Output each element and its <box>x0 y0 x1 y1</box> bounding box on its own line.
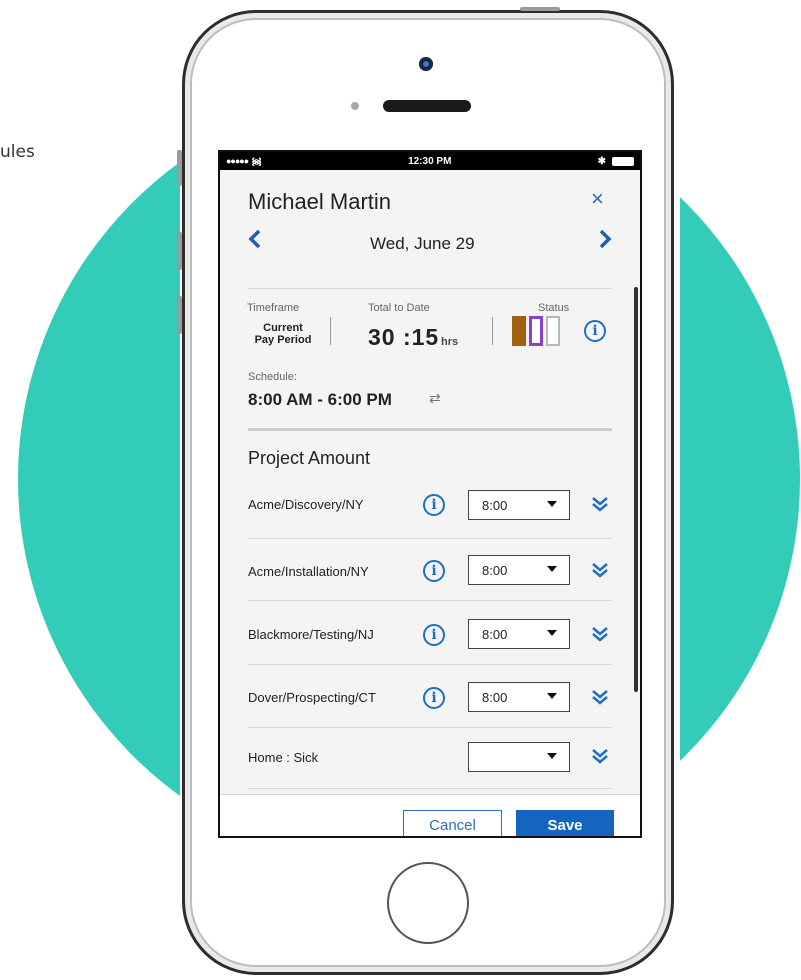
current-date: Wed, June 29 <box>370 234 475 253</box>
front-camera <box>419 57 433 71</box>
project-amount-select[interactable]: 8:00 <box>468 555 570 585</box>
project-amount-select[interactable]: 8:00 <box>468 682 570 712</box>
row-divider <box>248 788 612 789</box>
power-button <box>520 7 560 11</box>
caret-down-icon <box>547 630 557 636</box>
status-bar-approved <box>529 316 543 346</box>
cancel-button[interactable]: Cancel <box>403 810 502 836</box>
status-info-icon[interactable]: i <box>584 320 606 342</box>
schedule-value: 8:00 AM - 6:00 PM <box>248 390 392 409</box>
status-label: Status <box>538 302 570 314</box>
volume-down-button <box>177 296 182 334</box>
volume-up-button <box>177 232 182 270</box>
project-amount-value: 8:00 <box>482 690 508 705</box>
row-divider <box>248 727 612 728</box>
total-to-date-value: 30 :15 <box>368 324 440 350</box>
battery-icon <box>611 156 634 166</box>
caret-down-icon <box>547 566 557 572</box>
status-indicator <box>512 316 560 346</box>
project-amount-select[interactable]: 8:00 <box>468 490 570 520</box>
bluetooth-icon: ✱ <box>597 155 606 167</box>
chevron-double-down-icon[interactable] <box>589 560 611 582</box>
mute-switch <box>177 150 182 186</box>
project-amount-value: 8:00 <box>482 627 508 642</box>
project-amount-select[interactable] <box>468 742 570 772</box>
status-bar-pending <box>546 316 560 346</box>
chevron-double-down-icon[interactable] <box>589 746 611 768</box>
previous-day-icon[interactable] <box>248 228 262 256</box>
schedule-label: Schedule: <box>248 371 297 383</box>
project-amount-value: 8:00 <box>482 563 508 578</box>
total-to-date-label: Total to Date <box>368 302 430 314</box>
project-name: Acme/Installation/NY <box>248 564 369 579</box>
timeframe-value: Current Pay Period <box>252 322 314 346</box>
earpiece-speaker <box>383 100 471 112</box>
chevron-double-down-icon[interactable] <box>589 687 611 709</box>
summary-separator <box>492 317 493 345</box>
project-name: Home : Sick <box>248 750 319 765</box>
row-divider <box>248 664 612 665</box>
proximity-sensor <box>351 102 359 110</box>
chevron-double-down-icon[interactable] <box>589 494 611 516</box>
project-info-icon[interactable]: i <box>423 687 445 709</box>
status-time: 12:30 PM <box>408 155 452 167</box>
caret-down-icon <box>547 753 557 759</box>
project-amount-value: 8:00 <box>482 498 508 513</box>
row-divider <box>248 600 612 601</box>
project-name: Blackmore/Testing/NJ <box>248 627 374 642</box>
phone-screen: ●●●●● ᯼ 12:30 PM ✱ Michael Martin × Wed,… <box>218 150 642 838</box>
swap-schedule-icon[interactable]: ⇄ <box>429 390 441 407</box>
total-unit: hrs <box>441 336 459 348</box>
caret-down-icon <box>547 693 557 699</box>
row-divider <box>248 538 612 539</box>
close-icon[interactable]: × <box>591 186 604 212</box>
wifi-icon: ᯼ <box>251 157 262 168</box>
ios-status-bar: ●●●●● ᯼ 12:30 PM ✱ <box>220 152 640 170</box>
project-name: Dover/Prospecting/CT <box>248 690 376 705</box>
summary-separator <box>330 317 331 345</box>
project-info-icon[interactable]: i <box>423 624 445 646</box>
action-footer: Cancel Save <box>220 794 640 836</box>
background-text: ules <box>0 142 35 162</box>
section-divider <box>248 428 612 431</box>
caret-down-icon <box>547 501 557 507</box>
timeframe-value-line2: Pay Period <box>254 334 312 346</box>
save-button[interactable]: Save <box>516 810 614 836</box>
project-amount-select[interactable]: 8:00 <box>468 619 570 649</box>
next-day-icon[interactable] <box>598 228 612 256</box>
chevron-double-down-icon[interactable] <box>589 624 611 646</box>
timeframe-value-line1: Current <box>263 322 303 334</box>
scrollbar[interactable] <box>634 287 638 692</box>
status-bar-submitted <box>512 316 526 346</box>
project-info-icon[interactable]: i <box>423 494 445 516</box>
project-name: Acme/Discovery/NY <box>248 497 364 512</box>
project-amount-title: Project Amount <box>248 448 371 468</box>
header-divider <box>248 288 612 289</box>
timeframe-label: Timeframe <box>247 302 300 314</box>
home-button[interactable] <box>387 862 469 944</box>
project-info-icon[interactable]: i <box>423 560 445 582</box>
signal-strength-icon: ●●●●● <box>226 156 249 166</box>
employee-name: Michael Martin <box>248 189 392 214</box>
